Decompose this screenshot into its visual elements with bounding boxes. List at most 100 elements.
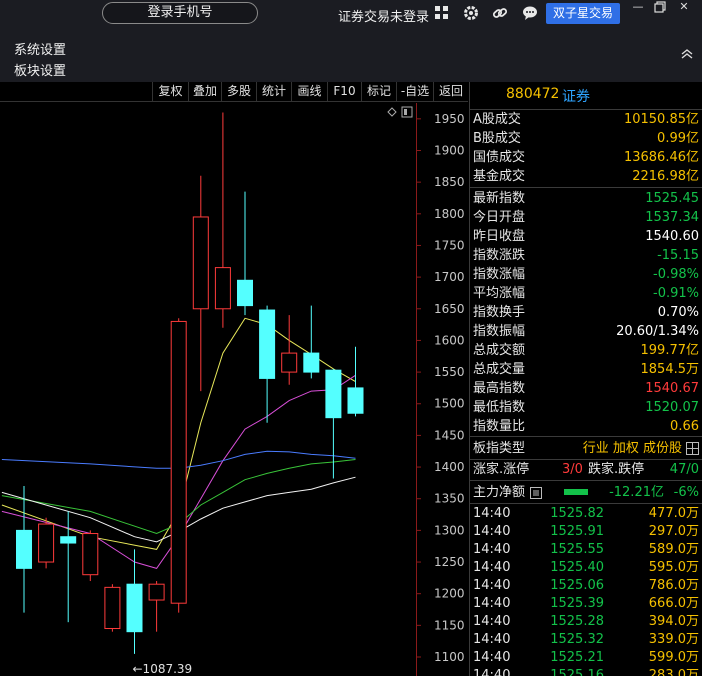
candle[interactable]	[104, 584, 121, 632]
turnover-value: 2216.98亿	[632, 169, 699, 184]
tick-row[interactable]: 14:40 1525.40 595.0万	[470, 559, 702, 577]
turnover-row: 国债成交 13686.46亿	[470, 148, 702, 167]
candle[interactable]	[170, 318, 187, 613]
toolbar-overlay[interactable]: 叠加	[188, 82, 221, 102]
y-tick-label: 1550	[434, 365, 465, 379]
toolbar-draw-line[interactable]: 画线	[291, 82, 327, 102]
turnover-value: 10150.85亿	[623, 112, 699, 127]
index-code[interactable]: 880472	[506, 86, 559, 102]
turnover-label: 国债成交	[473, 150, 526, 165]
tick-row[interactable]: 14:40 1525.55 589.0万	[470, 541, 702, 559]
tick-volume: 595.0万	[648, 560, 699, 575]
tick-price: 1525.55	[550, 542, 604, 557]
grid-icon[interactable]	[434, 5, 450, 21]
rise-value: 3/0	[562, 462, 583, 477]
list-icon[interactable]	[530, 486, 542, 499]
y-tick-label: 1650	[434, 302, 465, 316]
trade-login-status[interactable]: 证券交易未登录	[338, 6, 429, 25]
grid-icon[interactable]	[686, 442, 699, 455]
stat-row: 指数涨跌 -15.15	[470, 246, 702, 265]
stat-row: 总成交量 1854.5万	[470, 360, 702, 379]
stat-label: 指数涨跌	[473, 248, 526, 263]
candle[interactable]	[38, 517, 55, 569]
y-tick-label: 1700	[434, 270, 465, 284]
y-tick-label: 1300	[434, 523, 465, 537]
netflow-label: 主力净额	[473, 485, 526, 500]
stat-row: 最低指数 1520.07	[470, 398, 702, 417]
menu-system-settings[interactable]: 系统设置	[14, 39, 66, 58]
y-tick-label: 1200	[434, 587, 465, 601]
y-tick-label: 1750	[434, 238, 465, 252]
tick-row[interactable]: 14:40 1525.39 666.0万	[470, 595, 702, 613]
board-type-row: 板指类型 行业 加权 成份股	[470, 439, 702, 458]
stat-label: 指数量比	[473, 419, 526, 434]
y-tick-label: 1400	[434, 460, 465, 474]
toolbar-multi-stock[interactable]: 多股	[221, 82, 256, 102]
tick-row[interactable]: 14:40 1525.91 297.0万	[470, 523, 702, 541]
tick-price: 1525.21	[550, 650, 604, 665]
candle[interactable]	[82, 530, 99, 582]
tick-row[interactable]: 14:40 1525.82 477.0万	[470, 505, 702, 523]
link-icon[interactable]	[492, 5, 508, 21]
toolbar-back[interactable]: 返回	[433, 82, 468, 102]
stat-row: 最高指数 1540.67	[470, 379, 702, 398]
minimize-icon[interactable]: —	[632, 1, 644, 13]
tick-time: 14:40	[473, 524, 511, 539]
stat-row: 指数换手 0.70%	[470, 303, 702, 322]
rise-fall-row: 涨家.涨停 3/0 跌家.跌停 47/0	[470, 460, 702, 479]
tick-volume: 339.0万	[648, 632, 699, 647]
quote-panel: 880472 证券 A股成交 10150.85亿 B股成交 0.99亿 国债成交…	[469, 82, 702, 676]
stat-label: 指数换手	[473, 305, 526, 320]
turnover-label: A股成交	[473, 112, 521, 127]
min-price-label: ←1087.39	[133, 662, 193, 676]
tick-price: 1525.06	[550, 578, 604, 593]
tick-row[interactable]: 14:40 1525.32 339.0万	[470, 631, 702, 649]
dual-trade-button[interactable]: 双子星交易	[546, 3, 620, 24]
gear-icon[interactable]	[463, 5, 479, 21]
menu-block-settings[interactable]: 板块设置	[14, 60, 66, 79]
stat-row: 指数振幅 20.60/1.34%	[470, 322, 702, 341]
tick-row[interactable]: 14:40 1525.06 786.0万	[470, 577, 702, 595]
stat-value: 1540.67	[645, 381, 699, 396]
turnover-value: 13686.46亿	[623, 150, 699, 165]
stat-value: 0.66	[670, 419, 699, 434]
turnover-value: 0.99亿	[657, 131, 699, 146]
toolbar-remove-watchlist[interactable]: -自选	[396, 82, 433, 102]
stat-row: 指数涨幅 -0.98%	[470, 265, 702, 284]
stat-row: 今日开盘 1537.34	[470, 208, 702, 227]
tick-time: 14:40	[473, 614, 511, 629]
stat-value: 0.70%	[657, 305, 699, 320]
board-type-value[interactable]: 行业 加权 成份股	[583, 439, 682, 458]
stat-value: 1525.45	[645, 191, 699, 206]
netflow-value: -12.21亿	[609, 485, 664, 500]
close-icon[interactable]: ✕	[678, 1, 690, 13]
toolbar-restore-rights[interactable]: 复权	[152, 82, 188, 102]
tick-row[interactable]: 14:40 1525.21 599.0万	[470, 649, 702, 667]
stat-value: -0.98%	[653, 267, 699, 282]
toolbar-mark[interactable]: 标记	[361, 82, 396, 102]
turnover-label: 基金成交	[473, 169, 526, 184]
turnover-row: B股成交 0.99亿	[470, 129, 702, 148]
tick-volume: 599.0万	[648, 650, 699, 665]
tick-row[interactable]: 14:40 1525.16 283.0万	[470, 667, 702, 676]
tick-volume: 589.0万	[648, 542, 699, 557]
tick-price: 1525.40	[550, 560, 604, 575]
login-phone-button[interactable]: 登录手机号	[102, 2, 258, 24]
top-bar: 登录手机号 证券交易未登录 双子星交易 — ✕ 系统设置 板块设置	[0, 0, 702, 82]
stat-row: 指数量比 0.66	[470, 417, 702, 436]
fall-label: 跌家.跌停	[588, 462, 645, 477]
chat-icon[interactable]	[522, 5, 538, 21]
tick-row[interactable]: 14:40 1525.28 394.0万	[470, 613, 702, 631]
netflow-pct: -6%	[673, 485, 699, 500]
stat-value: 1540.60	[645, 229, 699, 244]
maximize-icon[interactable]	[654, 1, 666, 13]
index-name[interactable]: 证券	[562, 86, 590, 106]
chevron-up-icon[interactable]	[680, 48, 696, 64]
toolbar-f10[interactable]: F10	[327, 82, 361, 102]
tick-time: 14:40	[473, 560, 511, 575]
candlestick-chart[interactable]: 1950 1900 1850 1800 1750 1700 1650 1600 1550 1500…	[0, 103, 468, 676]
tick-volume: 786.0万	[648, 578, 699, 593]
stat-label: 总成交量	[473, 362, 526, 377]
toolbar-statistics[interactable]: 统计	[256, 82, 291, 102]
chart-toolbar: 复权 叠加 多股 统计 画线 F10 标记 -自选 返回	[0, 82, 468, 102]
